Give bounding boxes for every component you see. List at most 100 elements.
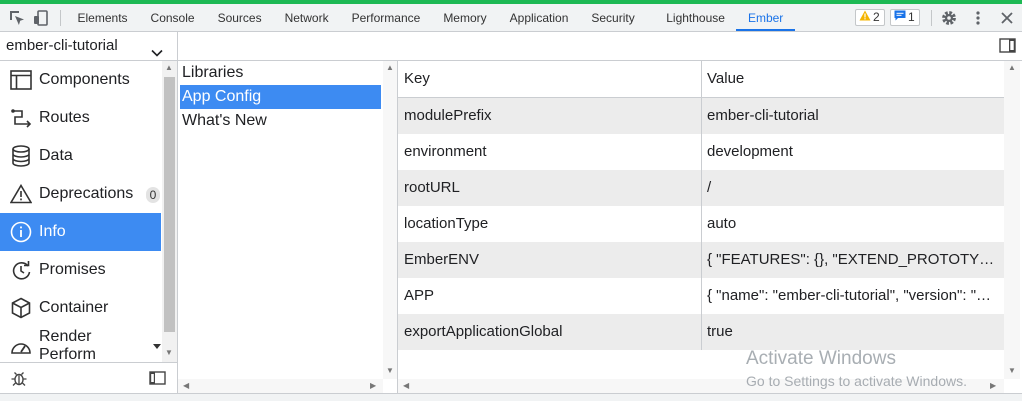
more-options-icon[interactable] (969, 9, 987, 27)
config-key: environment (404, 143, 487, 160)
config-key: locationType (404, 215, 489, 232)
config-value: / (707, 179, 712, 196)
scroll-up-arrow-icon[interactable]: ▲ (386, 64, 394, 72)
sections-vertical-scrollbar[interactable]: ▲ ▼ (383, 61, 397, 379)
config-value: ember-cli-tutorial (707, 107, 819, 124)
ember-app-bar: ember-cli-tutorial (0, 32, 1022, 61)
config-key: exportApplicationGlobal (404, 323, 563, 340)
toolbar-divider (931, 10, 932, 26)
toggle-sidebar-icon[interactable] (149, 371, 166, 390)
inspector-nav: Components Routes Data Deprecations 0 In… (0, 61, 178, 362)
nav-footer (0, 362, 178, 393)
app-config-table: Key Value modulePrefix ember-cli-tutoria… (398, 61, 1022, 393)
info-icon (10, 221, 32, 243)
nav-item-label: Data (39, 147, 73, 164)
tab-memory[interactable]: Memory (432, 4, 498, 31)
toggle-inspector-panel-icon[interactable] (999, 38, 1016, 58)
warnings-badge[interactable]: 2 (855, 9, 885, 26)
tab-sources[interactable]: Sources (206, 4, 273, 31)
column-header-value[interactable]: Value (701, 61, 744, 97)
render-performance-icon (10, 335, 32, 357)
config-value: development (707, 143, 793, 160)
scroll-up-arrow-icon[interactable]: ▲ (1008, 64, 1016, 72)
caret-down-icon (153, 337, 161, 355)
scroll-down-arrow-icon[interactable]: ▼ (1008, 367, 1016, 375)
device-toolbar-icon[interactable] (32, 9, 50, 27)
application-selector[interactable]: ember-cli-tutorial (0, 32, 178, 60)
column-header-key[interactable]: Key (398, 61, 430, 97)
inspect-element-icon[interactable] (8, 9, 26, 27)
warning-triangle-icon (859, 9, 871, 26)
data-icon (10, 145, 32, 167)
scroll-right-arrow-icon[interactable]: ▶ (370, 382, 376, 390)
close-devtools-icon[interactable] (998, 9, 1016, 27)
nav-item-container[interactable]: Container (0, 289, 161, 327)
tab-performance[interactable]: Performance (340, 4, 432, 31)
message-icon (894, 9, 906, 26)
settings-gear-icon[interactable] (940, 9, 958, 27)
nav-item-info[interactable]: Info (0, 213, 161, 251)
scroll-right-arrow-icon[interactable]: ▶ (990, 382, 996, 390)
nav-item-label: Info (39, 223, 66, 240)
config-key: rootURL (404, 179, 460, 196)
bottom-status-bar (0, 393, 1022, 401)
tab-security[interactable]: Security (580, 4, 646, 31)
activate-windows-watermark: Activate Windows Go to Settings to activ… (746, 348, 967, 390)
nav-item-promises[interactable]: Promises (0, 251, 161, 289)
config-key: APP (404, 287, 435, 304)
nav-item-components[interactable]: Components (0, 61, 161, 99)
nav-item-label: Promises (39, 261, 106, 278)
components-icon (10, 69, 32, 91)
tab-ember[interactable]: Ember (736, 4, 795, 31)
deprecations-count-badge: 0 (146, 187, 160, 203)
nav-item-render-performance[interactable]: Render Perform (0, 327, 161, 362)
config-value: auto (707, 215, 737, 232)
table-vertical-scrollbar[interactable]: ▲ ▼ (1004, 61, 1020, 379)
tab-lighthouse[interactable]: Lighthouse (646, 4, 736, 31)
config-key: EmberENV (404, 251, 480, 268)
config-value: true (707, 323, 733, 340)
config-key: modulePrefix (404, 107, 492, 124)
sections-horizontal-scrollbar[interactable]: ◀ ▶ (178, 379, 383, 393)
section-item-whats-new[interactable]: What's New (180, 109, 381, 133)
nav-item-label: Deprecations (39, 185, 134, 202)
warning-icon (10, 183, 32, 205)
messages-count: 1 (908, 10, 915, 24)
nav-item-data[interactable]: Data (0, 137, 161, 175)
promises-icon (10, 259, 32, 281)
application-selector-value: ember-cli-tutorial (6, 37, 118, 54)
nav-scrollbar[interactable]: ▲ ▼ (162, 61, 177, 362)
nav-item-label: Routes (39, 109, 90, 126)
config-value: { "FEATURES": {}, "EXTEND_PROTOTYPES": {… (707, 251, 997, 268)
routes-icon (10, 107, 32, 129)
info-sections-list: Libraries App Config What's New ▲ ▼ ◀ ▶ (178, 61, 398, 393)
nav-scrollbar-thumb[interactable] (164, 77, 175, 332)
section-item-libraries[interactable]: Libraries (180, 61, 381, 85)
nav-item-label: Components (39, 71, 130, 88)
column-divider[interactable] (701, 61, 702, 350)
messages-badge[interactable]: 1 (890, 9, 920, 26)
scroll-down-arrow-icon[interactable]: ▼ (165, 349, 173, 357)
tab-elements[interactable]: Elements (66, 4, 139, 31)
tab-application[interactable]: Application (498, 4, 580, 31)
bug-icon[interactable] (10, 369, 28, 392)
tab-network[interactable]: Network (273, 4, 340, 31)
nav-item-routes[interactable]: Routes (0, 99, 161, 137)
tab-console[interactable]: Console (139, 4, 206, 31)
config-value: { "name": "ember-cli-tutorial", "version… (707, 287, 997, 304)
nav-item-label: Render Perform (39, 328, 96, 362)
scroll-up-arrow-icon[interactable]: ▲ (165, 64, 173, 72)
container-icon (10, 297, 32, 319)
nav-item-deprecations[interactable]: Deprecations 0 (0, 175, 161, 213)
devtools-tab-bar: Elements Console Sources Network Perform… (0, 4, 1022, 32)
devtools-tabs: Elements Console Sources Network Perform… (66, 4, 795, 32)
watermark-title: Activate Windows (746, 348, 896, 369)
warnings-count: 2 (873, 10, 880, 24)
toolbar-divider (60, 10, 61, 26)
scroll-left-arrow-icon[interactable]: ◀ (403, 382, 409, 390)
section-item-app-config[interactable]: App Config (180, 85, 381, 109)
scroll-down-arrow-icon[interactable]: ▼ (386, 367, 394, 375)
scroll-left-arrow-icon[interactable]: ◀ (183, 382, 189, 390)
watermark-subtitle: Go to Settings to activate Windows. (746, 373, 967, 389)
nav-item-label: Container (39, 299, 109, 316)
